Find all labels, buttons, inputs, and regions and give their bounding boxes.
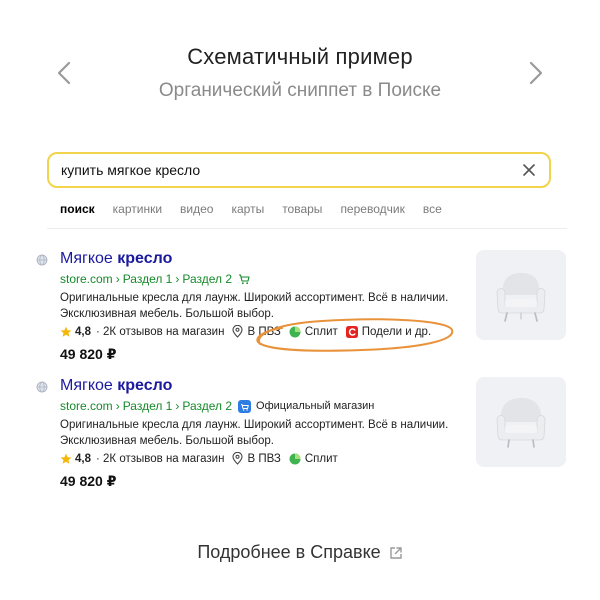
share-icon [345, 325, 358, 338]
reviews-count[interactable]: · 2К отзывов на магазин [96, 326, 224, 338]
description-line: Оригинальные кресла для лаунж. Широкий а… [60, 292, 449, 304]
official-badge-icon [238, 399, 252, 413]
tab-maps[interactable]: карты [231, 202, 264, 216]
url-separator: › [175, 399, 180, 413]
url-domain: store.com [60, 399, 113, 413]
reviews-count[interactable]: · 2К отзывов на магазин [96, 453, 224, 465]
official-store-badge: Официальный магазин [238, 399, 375, 413]
url-part-2: Раздел 2 [182, 272, 233, 286]
tab-products[interactable]: товары [282, 202, 322, 216]
footer: Подробнее в Справке [0, 542, 600, 563]
url-separator: › [115, 272, 120, 286]
description-line: Эксклюзивная мебель. Большой выбор. [60, 308, 274, 320]
price: 49 820 ₽ [60, 346, 117, 362]
header: Схематичный пример Органический сниппет … [0, 44, 600, 102]
description-line: Эксклюзивная мебель. Большой выбор. [60, 435, 274, 447]
result-meta: 4,8 · 2К отзывов на магазин В ПВЗ Сплит … [60, 325, 431, 338]
split-label: Сплит [304, 452, 338, 465]
result-title-link[interactable]: Мягкое кресло [60, 250, 172, 268]
rating-value: 4,8 [75, 325, 91, 338]
url-domain: store.com [60, 272, 113, 286]
tab-translator[interactable]: переводчик [340, 202, 404, 216]
globe-icon [36, 381, 48, 393]
chair-icon [496, 273, 546, 322]
result-title-link[interactable]: Мягкое кресло [60, 377, 172, 395]
globe-icon [36, 254, 48, 266]
tabs-divider [47, 228, 567, 229]
url-separator: › [115, 399, 120, 413]
search-tabs: поиск картинки видео карты товары перево… [60, 202, 460, 216]
split-icon [289, 326, 301, 337]
pickup-label: В ПВЗ [247, 452, 281, 465]
share-label: Подели и др. [361, 325, 432, 338]
search-input[interactable]: купить мягкое кресло [47, 152, 551, 188]
page-subtitle: Органический сниппет в Поиске [158, 80, 442, 101]
result-description: Оригинальные кресла для лаунж. Широкий а… [60, 290, 480, 322]
page-title: Схематичный пример [187, 44, 413, 69]
pin-icon [232, 325, 244, 338]
result-title-plain: Мягкое [60, 377, 113, 394]
product-image[interactable] [476, 250, 566, 340]
tab-images[interactable]: картинки [113, 202, 162, 216]
chevron-right-icon[interactable] [524, 60, 546, 86]
clear-icon[interactable] [521, 162, 537, 178]
result-url[interactable]: store.com › Раздел 1 › Раздел 2 [60, 272, 250, 286]
split-label: Сплит [304, 325, 338, 338]
url-part-2: Раздел 2 [182, 399, 233, 413]
result-url[interactable]: store.com › Раздел 1 › Раздел 2 Официаль… [60, 399, 374, 413]
cart-icon [239, 274, 250, 285]
tab-search[interactable]: поиск [60, 202, 95, 216]
pickup-label: В ПВЗ [247, 325, 281, 338]
star-icon [60, 453, 72, 464]
chevron-left-icon[interactable] [54, 60, 76, 86]
result-title-bold: кресло [117, 250, 173, 267]
rating-value: 4,8 [75, 452, 91, 465]
url-separator: › [175, 272, 180, 286]
result-title-plain: Мягкое [60, 250, 113, 267]
price: 49 820 ₽ [60, 473, 117, 489]
result-meta: 4,8 · 2К отзывов на магазин В ПВЗ Сплит [60, 452, 346, 465]
split-icon [289, 453, 301, 464]
description-line: Оригинальные кресла для лаунж. Широкий а… [60, 419, 449, 431]
pin-icon [232, 452, 244, 465]
search-query: купить мягкое кресло [61, 162, 201, 178]
product-image[interactable] [476, 377, 566, 467]
help-link[interactable]: Подробнее в Справке [197, 542, 402, 563]
official-store-label: Официальный магазин [256, 400, 375, 412]
external-link-icon [389, 546, 402, 559]
result-title-bold: кресло [117, 377, 173, 394]
chair-icon [496, 398, 546, 448]
url-part-1: Раздел 1 [122, 399, 173, 413]
help-link-label: Подробнее в Справке [197, 542, 381, 562]
url-part-1: Раздел 1 [122, 272, 173, 286]
star-icon [60, 326, 72, 337]
result-description: Оригинальные кресла для лаунж. Широкий а… [60, 417, 480, 449]
tab-all[interactable]: все [423, 202, 442, 216]
tab-video[interactable]: видео [180, 202, 213, 216]
